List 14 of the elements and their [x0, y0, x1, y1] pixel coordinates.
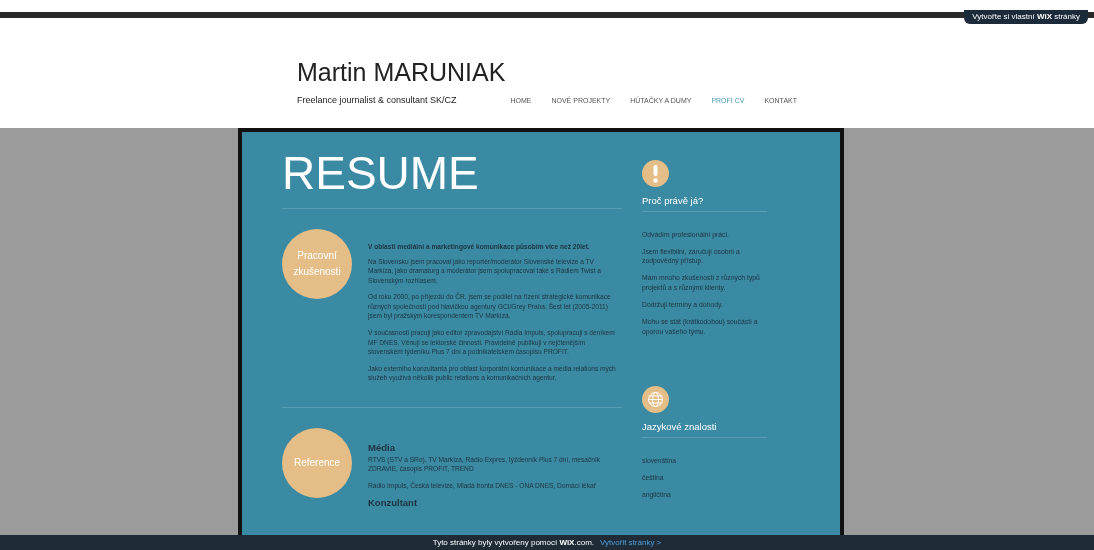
- block-heading: Média: [368, 441, 396, 453]
- sidebar-heading: Proč právě já?: [642, 194, 767, 212]
- block-heading: Konzultant: [368, 497, 419, 509]
- section-badge: Reference: [282, 427, 352, 498]
- tagline: Freelance journalist & consultant SK/CZ: [297, 95, 458, 105]
- wix-banner[interactable]: Vytvořte si vlastní WiX stránky: [964, 10, 1088, 24]
- site-title: Martin MARUNIAK: [297, 58, 507, 87]
- exclamation-icon: [642, 159, 669, 187]
- create-site-link[interactable]: Vytvořit stránky >: [600, 538, 662, 547]
- footer-text: Tyto stránky byly vytvořeny pomocí WiX.com.: [432, 538, 594, 547]
- section-badge: Pracovní zkušenosti: [282, 228, 352, 299]
- sidebar-heading: Jazykové znalosti: [642, 421, 767, 439]
- resume-heading: RESUME: [282, 143, 622, 209]
- globe-icon: [642, 386, 669, 414]
